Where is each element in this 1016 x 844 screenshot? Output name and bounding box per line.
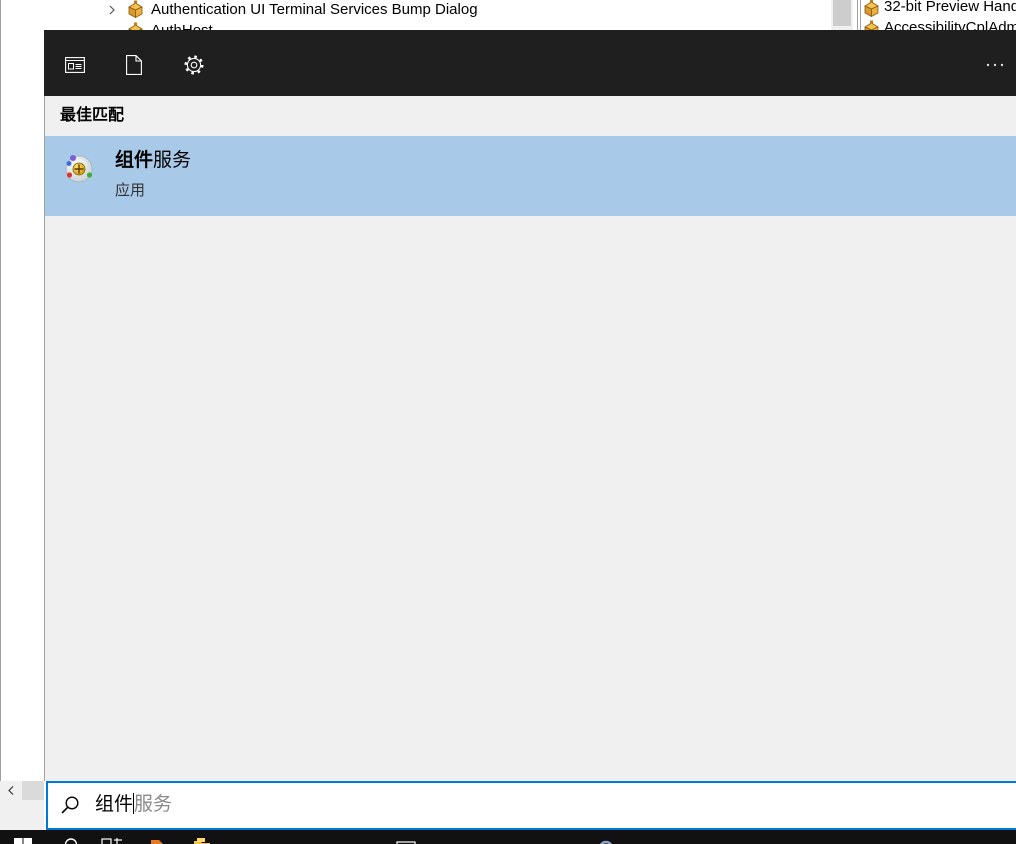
file-explorer-icon[interactable] xyxy=(193,838,211,844)
more-ellipsis-icon[interactable] xyxy=(985,63,1005,67)
scroll-left-button[interactable] xyxy=(0,781,22,800)
settings-gear-icon[interactable] xyxy=(184,55,204,75)
list-item[interactable]: AccessibilityCplAdm xyxy=(862,19,1016,30)
taskbar-app-icon[interactable] xyxy=(149,839,165,844)
search-toolbar xyxy=(44,30,1016,96)
search-input[interactable]: 组件服务 xyxy=(46,781,1016,830)
list-item-label: 32-bit Preview Hand xyxy=(884,0,1016,15)
taskbar xyxy=(0,830,1016,844)
com-component-icon xyxy=(862,20,881,30)
search-results: 最佳匹配 组件服务 应用 xyxy=(44,96,1016,781)
result-title-rest: 服务 xyxy=(153,150,192,171)
result-title: 组件服务 xyxy=(115,149,191,173)
taskbar-search-icon[interactable] xyxy=(62,838,78,844)
tree-vertical-scrollbar[interactable] xyxy=(831,0,853,30)
best-match-result[interactable]: 组件服务 应用 xyxy=(45,136,1016,216)
com-component-icon xyxy=(862,0,881,18)
result-subtitle: 应用 xyxy=(115,182,146,199)
window-left-border xyxy=(0,0,1,781)
result-title-match: 组件 xyxy=(115,150,154,171)
pane-splitter[interactable] xyxy=(857,0,858,30)
search-query: 组件服务 xyxy=(95,792,172,818)
search-typed-text: 组件 xyxy=(95,794,134,815)
section-header-best-match: 最佳匹配 xyxy=(60,107,125,124)
desktop-screen: Authentication UI Terminal Services Bump… xyxy=(0,0,1016,844)
com-application-icon xyxy=(126,0,145,19)
document-icon[interactable] xyxy=(125,55,143,75)
tree-item-label: Authentication UI Terminal Services Bump… xyxy=(151,1,478,18)
pane-splitter[interactable] xyxy=(860,0,861,30)
taskbar-app-icon[interactable] xyxy=(101,838,123,844)
tree-item[interactable]: Authentication UI Terminal Services Bump… xyxy=(106,0,526,21)
details-list: 32-bit Preview Hand AccessibilityCplAdm xyxy=(862,0,1016,30)
chevron-right-icon[interactable] xyxy=(108,5,116,15)
list-item-label: AccessibilityCplAdm xyxy=(884,19,1016,30)
component-services-icon xyxy=(63,152,95,184)
taskbar-app-icon[interactable] xyxy=(597,839,615,844)
start-search-panel: 最佳匹配 组件服务 应用 组件服务 xyxy=(44,30,1016,830)
search-icon xyxy=(61,796,79,814)
window-corner xyxy=(0,800,44,830)
scrollbar-thumb[interactable] xyxy=(833,0,851,26)
search-suggested-text: 服务 xyxy=(134,794,173,815)
activity-icon[interactable] xyxy=(65,57,85,73)
windows-start-icon[interactable] xyxy=(14,838,32,844)
horizontal-scrollbar-track[interactable] xyxy=(22,781,44,800)
